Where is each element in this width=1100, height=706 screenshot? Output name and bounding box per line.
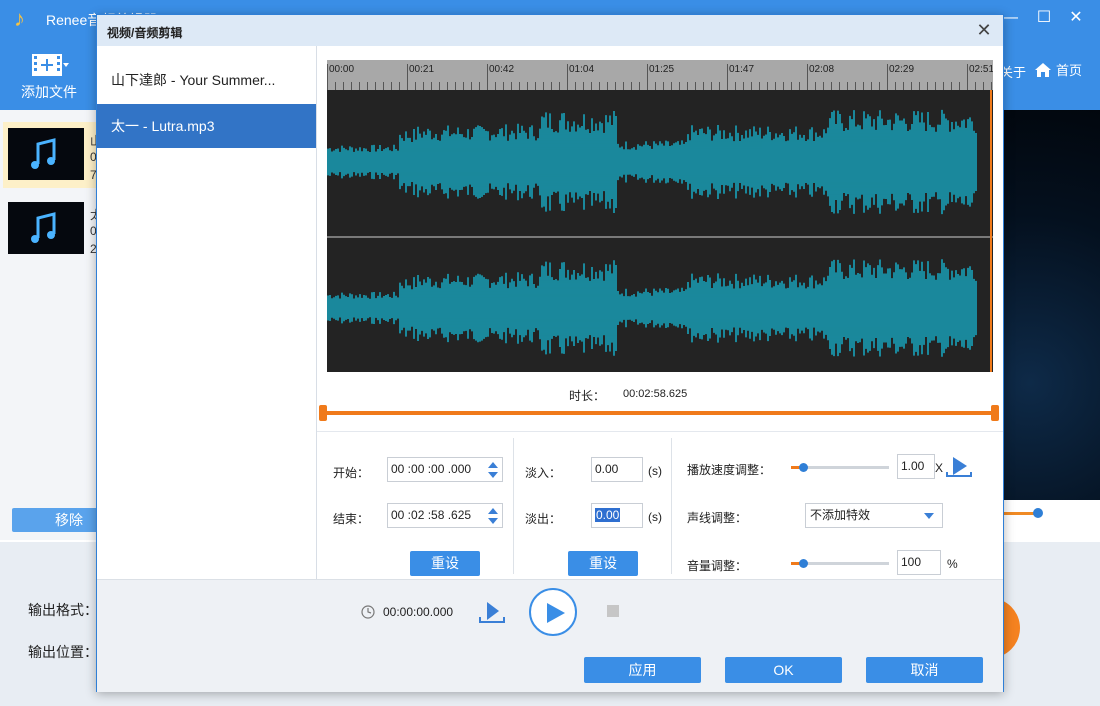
dialog-footer: 应用 OK 取消 [97,649,1003,692]
maximize-icon[interactable]: ☐ [1034,8,1054,28]
voice-label: 声线调整： [687,511,748,525]
fade-out-value: 0.00 [595,508,621,522]
waveform-editor[interactable]: 00:00 00:21 00:42 01:04 01:25 01:47 02:08 02:29… [319,60,999,421]
file-item[interactable]: 太 0 2 [3,196,102,262]
timeline-tick-label: 00:21 [409,64,434,75]
file-thumbnail [8,128,84,180]
fade-reset-button[interactable]: 重设 [568,551,638,576]
trim-start-handle[interactable] [319,405,327,421]
apply-button[interactable]: 应用 [584,657,701,683]
speed-label: 播放速度调整： [687,463,772,477]
end-label: 结束： [333,512,370,526]
start-time-input[interactable]: 00 :00 :00 .000 [387,457,503,482]
timeline-tick-label: 01:47 [729,64,754,75]
divider [671,438,672,574]
cancel-button[interactable]: 取消 [866,657,983,683]
trim-end-handle[interactable] [991,405,999,421]
dialog-titlebar: 视频/音频剪辑 ✕ [97,15,1003,46]
end-time-value: 00 :02 :58 .625 [391,508,472,522]
file-thumbnail [8,202,84,254]
timeline-ruler[interactable]: 00:00 00:21 00:42 01:04 01:25 01:47 02:08 02:29… [327,60,993,90]
volume-input[interactable]: 100 [897,550,941,575]
window-close-icon[interactable]: ✕ [1066,8,1086,28]
home-icon [1035,62,1051,77]
spin-up-icon[interactable] [488,461,498,469]
fade-out-label: 淡出： [525,512,562,526]
fade-in-label: 淡入： [525,466,562,480]
waveform-display[interactable] [327,90,993,372]
play-icon [547,603,565,623]
play-selection-icon[interactable] [479,600,505,624]
trim-reset-button[interactable]: 重设 [410,551,480,576]
duration-label: 时长： [569,389,606,403]
voice-effect-select[interactable]: 不添加特效 [805,503,943,528]
volume-label: 音量调整： [687,559,748,573]
duration-value: 00:02:58.625 [623,388,688,400]
add-file-button[interactable]: 添加文件 [10,42,90,106]
music-note-icon [31,212,56,243]
speed-input[interactable]: 1.00 [897,454,935,479]
music-note-icon [31,138,56,169]
spin-down-icon[interactable] [488,517,498,525]
music-note-logo-icon: ♪ [14,6,25,31]
output-location-label: 输出位置： [28,644,98,660]
spin-up-icon[interactable] [488,507,498,515]
preview-volume-knob[interactable] [1033,508,1043,518]
output-format-label: 输出格式： [28,602,98,618]
left-channel-wave [327,109,977,215]
close-icon[interactable]: ✕ [973,19,995,41]
chevron-down-icon [924,513,934,519]
speed-unit: X [935,461,944,475]
preview-volume-track[interactable] [1004,512,1036,515]
playback-bar: 00:00:00.000 [97,579,1003,649]
divider [513,438,514,574]
track-item-active[interactable]: 太一 - Lutra.mp3 [97,104,316,148]
clock-icon [361,605,375,619]
file-list: 山 0 7 太 0 2 [0,110,102,540]
spin-down-icon[interactable] [488,471,498,479]
file-item[interactable]: 山 0 7 [3,122,102,188]
stop-icon[interactable] [607,605,619,617]
fade-in-unit: (s) [648,464,662,478]
audio-edit-dialog: 视频/音频剪辑 ✕ 山下達郎 - Your Summer... 太一 - Lut… [96,14,1004,692]
fade-in-input[interactable]: 0.00 [591,457,643,482]
end-time-input[interactable]: 00 :02 :58 .625 [387,503,503,528]
preview-speed-play-icon[interactable] [945,454,973,478]
start-label: 开始： [333,466,370,480]
track-list: 山下達郎 - Your Summer... 太一 - Lutra.mp3 [97,46,317,579]
timeline-tick-label: 02:51 [969,64,993,75]
track-item[interactable]: 山下達郎 - Your Summer... [97,58,316,102]
playback-time: 00:00:00.000 [383,605,454,619]
timeline-tick-label: 02:08 [809,64,834,75]
timeline-tick-label: 01:25 [649,64,674,75]
add-video-icon [32,54,69,76]
ok-button[interactable]: OK [725,657,842,683]
play-button[interactable] [529,588,577,636]
timeline-tick-label: 00:42 [489,64,514,75]
edit-controls: 开始： 00 :00 :00 .000 结束： 00 :02 :58 .625 … [317,431,1003,579]
fade-out-input[interactable]: 0.00 [591,503,643,528]
volume-slider-knob[interactable] [799,559,808,568]
dialog-title: 视频/音频剪辑 [107,26,183,40]
home-label: 首页 [1056,63,1083,78]
volume-unit: % [947,557,958,571]
fade-out-unit: (s) [648,510,662,524]
speed-slider-knob[interactable] [799,463,808,472]
trim-range-bar[interactable] [327,411,993,415]
voice-effect-value: 不添加特效 [810,508,871,522]
duration-row: 时长： 00:02:58.625 [327,372,993,414]
start-time-value: 00 :00 :00 .000 [391,462,472,476]
timeline-tick-label: 02:29 [889,64,914,75]
video-preview [1000,110,1100,500]
add-file-label: 添加文件 [21,84,77,100]
timeline-tick-label: 01:04 [569,64,594,75]
home-button[interactable]: 首页 [1034,60,1082,79]
timeline-tick-label: 00:00 [329,64,354,75]
right-channel-wave [327,259,977,357]
